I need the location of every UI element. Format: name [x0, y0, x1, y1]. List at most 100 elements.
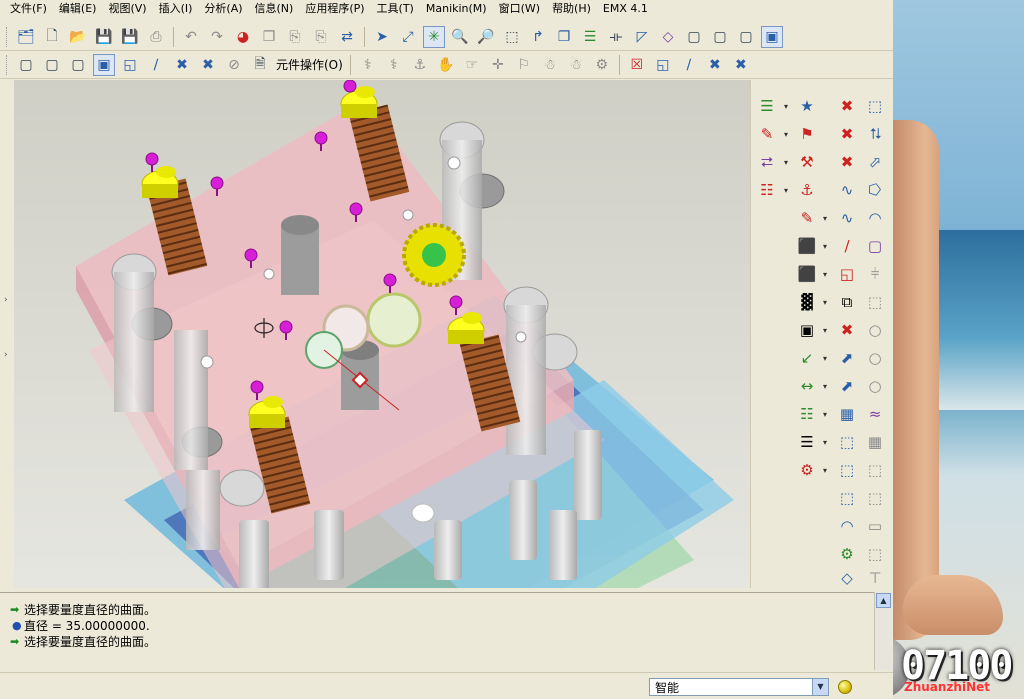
dropdown-arrow-icon[interactable]: ▾	[823, 410, 827, 419]
dropdown-arrow-icon[interactable]: ▾	[784, 186, 788, 195]
manikin-move-icon[interactable]: ✛	[487, 54, 509, 76]
bom-icon[interactable]: ☰	[795, 430, 819, 454]
move-icon[interactable]: ⬚	[863, 486, 887, 510]
ejector-pin-icon[interactable]: ⚑	[795, 122, 819, 146]
shell-icon[interactable]: ⬚	[835, 458, 859, 482]
dropdown-arrow-icon[interactable]: ▾	[784, 158, 788, 167]
chevron-down-icon[interactable]: ▼	[812, 679, 828, 695]
box-shaded-icon[interactable]: ▣	[93, 53, 115, 76]
spline-icon[interactable]: ∿	[835, 206, 859, 230]
surface-blend-icon[interactable]: ⭔	[863, 178, 887, 202]
component-ops-icon[interactable]: 🗎	[249, 54, 271, 76]
surface-copy-icon[interactable]: ⧉	[835, 290, 859, 314]
menu-file[interactable]: 文件(F)	[4, 1, 53, 17]
plane-icon[interactable]: ◱	[835, 262, 859, 286]
pattern-icon[interactable]: ⮂	[755, 150, 779, 174]
menu-view[interactable]: 视图(V)	[102, 1, 152, 17]
csys-display-icon[interactable]: ✖	[197, 54, 219, 76]
sketch-icon[interactable]: ✎	[755, 122, 779, 146]
orient-icon[interactable]: ➤	[371, 26, 393, 48]
open-folder-icon[interactable]: 📂	[67, 26, 89, 48]
inspection-icon[interactable]: ↔	[795, 374, 819, 398]
thicken-icon[interactable]: ○	[863, 346, 887, 370]
datum-planes-icon[interactable]: ◸	[631, 26, 653, 48]
manikin-insert-icon[interactable]: ⚕	[357, 54, 379, 76]
mirror-icon[interactable]: ⬚	[863, 458, 887, 482]
component-operations-menu[interactable]: 元件操作(O)	[276, 56, 343, 73]
solid-revolve-icon[interactable]: ⮁	[863, 122, 887, 146]
manikin-view-icon[interactable]: ⚐	[513, 54, 535, 76]
grid-icon[interactable]: ▦	[863, 430, 887, 454]
repaint-icon[interactable]: ⇄	[336, 26, 358, 48]
file-open-tree-icon[interactable]: 🗂	[15, 26, 37, 48]
cooling-icon[interactable]: ⚒	[795, 150, 819, 174]
dropdown-arrow-icon[interactable]: ▾	[823, 466, 827, 475]
dropdown-arrow-icon[interactable]: ▾	[823, 214, 827, 223]
graphics-viewport[interactable]	[14, 80, 750, 588]
menu-analysis[interactable]: 分析(A)	[198, 1, 248, 17]
expand-arrow-icon[interactable]: ›	[4, 295, 8, 305]
selection-filter-select[interactable]: 智能 ▼	[649, 678, 829, 696]
paste-special-icon[interactable]: ⎘	[310, 26, 332, 48]
manikin-analysis-icon[interactable]: ⚙	[591, 54, 613, 76]
rib-icon[interactable]: ⚙	[835, 542, 859, 566]
axis-icon[interactable]: ∕	[835, 234, 859, 258]
manikin-pose-icon[interactable]: ⚕	[383, 54, 405, 76]
wireframe-icon[interactable]: ▢	[683, 26, 705, 48]
assemble-component-icon[interactable]: ☰	[755, 94, 779, 118]
axis-display-icon[interactable]: ∕	[145, 54, 167, 76]
chamfer-icon[interactable]: ▭	[863, 514, 887, 538]
new-component-icon[interactable]: ★	[795, 94, 819, 118]
screw-icon[interactable]: ⚓	[795, 178, 819, 202]
extrude-cut-icon[interactable]: ⬈	[835, 346, 859, 370]
refit-icon[interactable]: ⬚	[501, 26, 523, 48]
guide-bush-icon[interactable]: ▣	[795, 318, 819, 342]
paste-icon[interactable]: ⎘	[284, 26, 306, 48]
dropdown-arrow-icon[interactable]: ▾	[823, 382, 827, 391]
datum-points-icon[interactable]: ✖	[835, 122, 859, 146]
mold-layout-icon[interactable]: ☷	[755, 178, 779, 202]
revolve-icon[interactable]: ⬈	[835, 374, 859, 398]
reorient-icon[interactable]: ↱	[527, 26, 549, 48]
expand-arrow-icon[interactable]: ›	[4, 350, 8, 360]
manikin-reach-icon[interactable]: ☞	[461, 54, 483, 76]
no-hidden-icon[interactable]: ▢	[735, 26, 757, 48]
curve-icon[interactable]: ∿	[835, 178, 859, 202]
scroll-up-icon[interactable]: ▲	[876, 593, 891, 608]
view-manager-icon[interactable]: ⟛	[605, 26, 627, 48]
new-file-icon[interactable]: 🗋	[41, 26, 63, 48]
slider-icon[interactable]: ✎	[795, 206, 819, 230]
menu-tools[interactable]: 工具(T)	[371, 1, 420, 17]
dropdown-arrow-icon[interactable]: ▾	[823, 270, 827, 279]
menu-applications[interactable]: 应用程序(P)	[299, 1, 370, 17]
toolbar-grip[interactable]	[6, 26, 9, 47]
print-icon[interactable]: ⎙	[145, 26, 167, 48]
datum-point-tool-icon[interactable]: ✖	[704, 54, 726, 76]
toolbar-grip[interactable]	[6, 54, 9, 75]
zoom-out-icon[interactable]: 🔎	[475, 26, 497, 48]
datum-axes-icon[interactable]: ◇	[657, 26, 679, 48]
copy-icon[interactable]: ❐	[258, 26, 280, 48]
menu-edit[interactable]: 编辑(E)	[53, 1, 103, 17]
trim-icon[interactable]: ⫩	[863, 262, 887, 286]
hidden-line-icon[interactable]: ▢	[709, 26, 731, 48]
box-wire-icon[interactable]: ▢	[15, 54, 37, 76]
extend-icon[interactable]: ⬚	[863, 290, 887, 314]
boundary-blend-icon[interactable]: ◠	[863, 206, 887, 230]
lifter-icon[interactable]: ⬛	[795, 262, 819, 286]
hole-icon[interactable]: ◇	[835, 566, 859, 590]
regenerate-icon[interactable]: ◕	[232, 26, 254, 48]
undo-icon[interactable]: ↶	[180, 26, 202, 48]
dropdown-arrow-icon[interactable]: ▾	[823, 326, 827, 335]
solidify-icon[interactable]: ○	[863, 374, 887, 398]
box-nohidden-icon[interactable]: ▢	[67, 54, 89, 76]
offset-point-icon[interactable]: ✖	[835, 150, 859, 174]
dropdown-arrow-icon[interactable]: ▾	[823, 298, 827, 307]
save-copy-icon[interactable]: 💾	[119, 26, 141, 48]
shading-icon[interactable]: ▣	[761, 25, 783, 48]
dropdown-arrow-icon[interactable]: ▾	[823, 438, 827, 447]
datum-point-icon[interactable]: ✖	[835, 94, 859, 118]
menu-info[interactable]: 信息(N)	[249, 1, 300, 17]
dropdown-arrow-icon[interactable]: ▾	[823, 242, 827, 251]
menu-emx[interactable]: EMX 4.1	[597, 1, 654, 17]
